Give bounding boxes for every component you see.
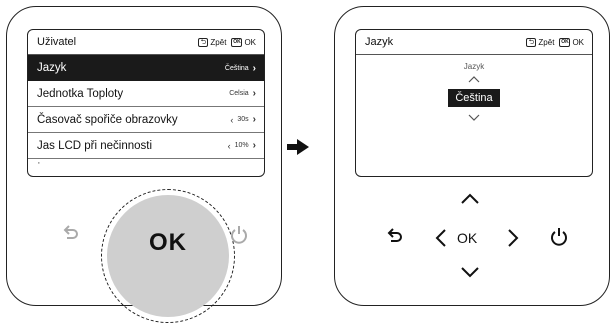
menu-item-value: Celsia	[229, 90, 249, 97]
menu-item-label: Jednotka Toploty	[37, 87, 124, 100]
ok-label: OK	[572, 37, 584, 47]
chevron-left-icon: ‹	[230, 114, 234, 125]
menu-item-label: Jazyk	[37, 62, 67, 74]
right-screen: Jazyk ⮌ Zpět OK OK Jazyk Čeština	[355, 29, 593, 177]
left-arrow-icon[interactable]	[435, 228, 447, 253]
chevron-right-icon: ›	[252, 62, 256, 74]
menu-item-label: Časovač spořiče obrazovky	[37, 113, 178, 126]
screen-title: Uživatel	[37, 36, 77, 48]
power-icon[interactable]	[230, 225, 248, 250]
menu-item-jazyk[interactable]: Jazyk Čeština ›	[28, 55, 264, 81]
back-label: Zpět	[210, 37, 227, 47]
ok-button-label: OK	[149, 229, 187, 256]
menu-item-cut-off: ·	[37, 159, 41, 165]
settings-menu: Jazyk Čeština › Jednotka Toploty Celsia …	[28, 55, 264, 159]
left-screen: Uživatel ⮌ Zpět OK OK Jazyk Čeština › Je…	[27, 29, 265, 177]
menu-item-jednotka-teploty[interactable]: Jednotka Toploty Celsia ›	[28, 81, 264, 107]
right-device: Jazyk ⮌ Zpět OK OK Jazyk Čeština OK	[334, 6, 610, 306]
screen-header: Uživatel ⮌ Zpět OK OK	[28, 30, 264, 55]
menu-item-label: Jas LCD při nečinnosti	[37, 139, 153, 152]
left-device: Uživatel ⮌ Zpět OK OK Jazyk Čeština › Je…	[6, 6, 282, 323]
ok-label: OK	[244, 37, 256, 47]
menu-item-casovac-sporice[interactable]: Časovač spořiče obrazovky ‹ 30s ›	[28, 107, 264, 133]
back-label: Zpět	[538, 37, 555, 47]
picker-value[interactable]: Čeština	[448, 89, 500, 107]
power-icon[interactable]	[550, 227, 568, 252]
menu-item-value: Čeština	[224, 64, 249, 72]
ok-button[interactable]: OK	[457, 230, 477, 246]
right-arrow-icon[interactable]	[507, 228, 519, 253]
back-arrow-icon: ⮌	[526, 37, 537, 47]
back-arrow-icon[interactable]	[387, 228, 403, 251]
ok-key-icon: OK	[559, 37, 571, 47]
down-arrow-icon[interactable]	[460, 265, 480, 283]
up-arrow-icon[interactable]	[460, 192, 480, 210]
next-step-arrow-icon	[287, 139, 309, 160]
chevron-down-icon[interactable]	[468, 108, 480, 126]
chevron-left-icon: ‹	[227, 140, 231, 151]
chevron-right-icon: ›	[252, 88, 256, 99]
chevron-right-icon: ›	[252, 114, 256, 125]
language-picker: Jazyk Čeština	[356, 62, 592, 126]
chevron-right-icon: ›	[252, 140, 256, 151]
back-arrow-icon[interactable]	[63, 225, 79, 248]
chevron-up-icon[interactable]	[468, 70, 480, 88]
header-hints: ⮌ Zpět OK OK	[526, 37, 584, 47]
menu-item-value: 30s	[237, 116, 249, 123]
screen-header: Jazyk ⮌ Zpět OK OK	[356, 30, 592, 55]
ok-key-icon: OK	[231, 37, 243, 47]
screen-title: Jazyk	[365, 36, 394, 48]
back-arrow-icon: ⮌	[198, 37, 209, 47]
menu-item-value: 10%	[234, 142, 249, 149]
header-hints: ⮌ Zpět OK OK	[198, 37, 256, 47]
menu-item-jas-lcd[interactable]: Jas LCD při nečinnosti ‹ 10% ›	[28, 133, 264, 159]
